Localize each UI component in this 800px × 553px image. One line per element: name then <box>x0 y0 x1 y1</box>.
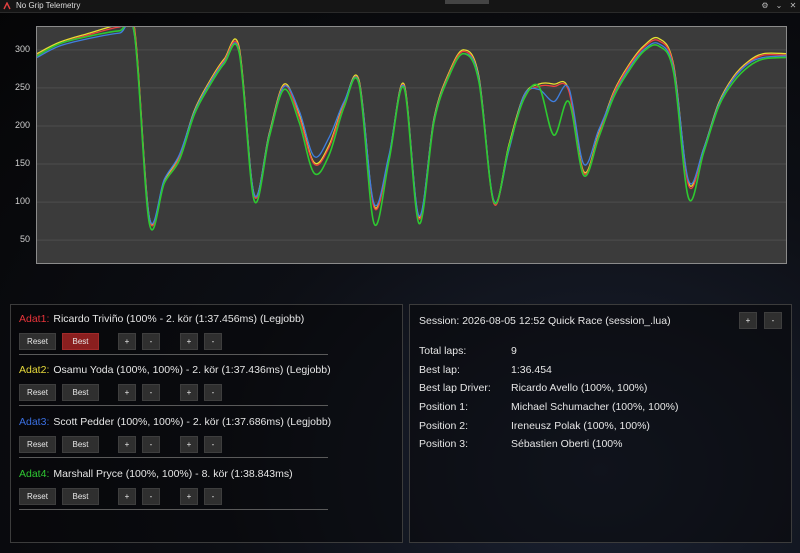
y-tick-label: 300 <box>14 43 30 54</box>
driver-info: Scott Pedder (100%, 100%) - 2. kör (1:37… <box>53 416 332 428</box>
best-button[interactable]: Best <box>62 333 99 350</box>
driver-info: Osamu Yoda (100%, 100%) - 2. kör (1:37.4… <box>53 364 331 376</box>
reset-button[interactable]: Reset <box>19 488 56 505</box>
position-2-value: Ireneusz Polak (100%, 100%) <box>511 420 650 432</box>
driver-slot-1: Adat1: Ricardo Triviño (100% - 2. kör (1:… <box>19 305 328 356</box>
driver-info: Marshall Pryce (100%, 100%) - 8. kör (1:… <box>53 468 293 480</box>
plus-button[interactable]: + <box>180 333 198 350</box>
window-title: No Grip Telemetry <box>16 1 81 10</box>
series-line-4 <box>37 27 786 231</box>
plus-button[interactable]: + <box>180 488 198 505</box>
y-tick-label: 50 <box>19 234 30 245</box>
minus-button[interactable]: - <box>204 436 222 453</box>
telemetry-chart-svg <box>37 27 786 241</box>
best-lap-driver-value: Ricardo Avello (100%, 100%) <box>511 382 648 394</box>
minus-button[interactable]: - <box>204 488 222 505</box>
driver-info: Ricardo Triviño (100% - 2. kör (1:37.456… <box>53 313 305 325</box>
position-3-label: Position 3: <box>419 438 469 450</box>
telemetry-chart <box>36 26 787 264</box>
minus-button[interactable]: - <box>142 488 160 505</box>
y-tick-label: 150 <box>14 158 30 169</box>
divider <box>19 354 328 355</box>
best-lap-value: 1:36.454 <box>511 364 552 376</box>
chevron-down-icon[interactable]: ⌄ <box>774 0 784 12</box>
best-lap-driver-label: Best lap Driver: <box>419 382 491 394</box>
divider <box>19 457 328 458</box>
plus-button[interactable]: + <box>118 488 136 505</box>
plus-button[interactable]: + <box>180 436 198 453</box>
slot-tag: Adat2: <box>19 364 50 376</box>
title-drag-handle[interactable] <box>445 0 489 4</box>
position-1-value: Michael Schumacher (100%, 100%) <box>511 401 679 413</box>
position-3-value: Sébastien Oberti (100% <box>511 438 623 450</box>
gear-icon[interactable]: ⚙ <box>760 0 770 12</box>
best-lap-label: Best lap: <box>419 364 460 376</box>
plus-button[interactable]: + <box>118 436 136 453</box>
slot-tag: Adat3: <box>19 416 50 428</box>
reset-button[interactable]: Reset <box>19 436 56 453</box>
best-button[interactable]: Best <box>62 436 99 453</box>
session-info-panel: Session: 2026-08-05 12:52 Quick Race (se… <box>409 304 792 543</box>
minus-button[interactable]: - <box>204 333 222 350</box>
total-laps-label: Total laps: <box>419 345 467 357</box>
series-line-3 <box>37 27 786 225</box>
session-title: Session: 2026-08-05 12:52 Quick Race (se… <box>419 315 671 327</box>
app-logo-icon <box>3 2 11 10</box>
y-tick-label: 200 <box>14 119 30 130</box>
minus-button[interactable]: - <box>142 333 160 350</box>
divider <box>19 405 328 406</box>
session-next-button[interactable]: + <box>739 312 757 329</box>
best-button[interactable]: Best <box>62 384 99 401</box>
plus-button[interactable]: + <box>118 384 136 401</box>
session-prev-button[interactable]: - <box>764 312 782 329</box>
best-button[interactable]: Best <box>62 488 99 505</box>
minus-button[interactable]: - <box>142 436 160 453</box>
title-bar: No Grip Telemetry ⚙ ⌄ ✕ <box>0 0 800 13</box>
position-2-label: Position 2: <box>419 420 469 432</box>
y-tick-label: 250 <box>14 81 30 92</box>
slot-tag: Adat1: <box>19 313 50 325</box>
close-icon[interactable]: ✕ <box>788 0 798 12</box>
driver-slot-3: Adat3: Scott Pedder (100%, 100%) - 2. kör… <box>19 408 332 459</box>
reset-button[interactable]: Reset <box>19 384 56 401</box>
y-tick-label: 100 <box>14 196 30 207</box>
driver-slot-4: Adat4: Marshall Pryce (100%, 100%) - 8. k… <box>19 460 328 511</box>
plus-button[interactable]: + <box>118 333 136 350</box>
reset-button[interactable]: Reset <box>19 333 56 350</box>
plus-button[interactable]: + <box>180 384 198 401</box>
minus-button[interactable]: - <box>204 384 222 401</box>
position-1-label: Position 1: <box>419 401 469 413</box>
total-laps-value: 9 <box>511 345 517 357</box>
minus-button[interactable]: - <box>142 384 160 401</box>
driver-comparison-panel: Adat1: Ricardo Triviño (100% - 2. kör (1:… <box>10 304 403 543</box>
divider <box>19 509 328 510</box>
slot-tag: Adat4: <box>19 468 50 480</box>
driver-slot-2: Adat2: Osamu Yoda (100%, 100%) - 2. kör (… <box>19 356 331 407</box>
